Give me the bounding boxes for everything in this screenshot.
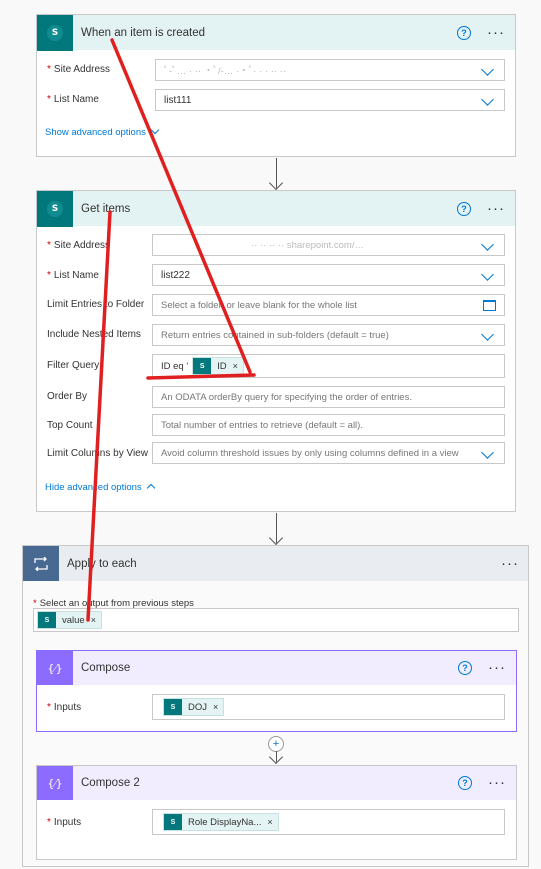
list-name-label: * List Name [47,94,99,105]
inputs-label: * Inputs [47,817,82,828]
help-icon[interactable]: ? [457,26,471,40]
compose-inputs-field[interactable]: S DOJ × [152,694,505,720]
site-address-field[interactable]: ·· ·· ·· ·· sharepoint.com/… [152,234,505,256]
select-output-field[interactable]: S value × [33,608,519,632]
hide-advanced-options-link[interactable]: Hide advanced options [45,482,155,493]
remove-token-icon[interactable]: × [233,361,238,371]
chevron-down-icon[interactable] [481,63,494,76]
order-by-field[interactable]: An ODATA orderBy query for specifying th… [152,386,505,408]
apply-to-each-card: Apply to each ··· * Select an output from… [22,545,529,867]
chevron-up-icon [146,483,155,493]
loop-icon [23,546,59,581]
chevron-down-icon[interactable] [481,446,494,459]
chevron-down-icon [150,125,160,135]
top-count-label: Top Count [47,420,93,431]
remove-token-icon[interactable]: × [91,615,96,625]
list-name-field[interactable]: list111 [155,89,505,111]
folder-icon[interactable] [483,300,496,311]
order-by-label: Order By [47,391,88,402]
sharepoint-icon: S [193,358,212,374]
filter-id-token[interactable]: S ID × [192,357,244,375]
include-nested-field[interactable]: Return entries contained in sub-folders … [152,324,505,346]
limit-folder-field[interactable]: Select a folder, or leave blank for the … [152,294,505,316]
get-items-header[interactable]: S Get items ? ··· [37,191,515,227]
list-name-field[interactable]: list222 [152,264,505,286]
list-name-label: * List Name [47,270,99,281]
get-items-title: Get items [81,202,131,215]
chevron-down-icon[interactable] [481,328,494,341]
inputs-label: * Inputs [47,702,82,713]
help-icon[interactable]: ? [458,661,472,675]
apply-to-each-header[interactable]: Apply to each ··· [23,546,528,581]
show-advanced-options-link[interactable]: Show advanced options [45,125,160,138]
help-icon[interactable]: ? [458,776,472,790]
chevron-down-icon[interactable] [481,268,494,281]
limit-folder-label: Limit Entries to Folder [47,299,145,310]
filter-query-label: Filter Query [47,360,100,371]
include-nested-label: Include Nested Items [47,329,141,340]
doj-token[interactable]: S DOJ × [163,698,225,716]
more-options-icon[interactable]: ··· [487,201,505,216]
more-options-icon[interactable]: ··· [488,660,506,675]
help-icon[interactable]: ? [457,202,471,216]
trigger-header[interactable]: S When an item is created ? ··· [37,15,515,51]
compose-2-title: Compose 2 [81,777,140,789]
remove-token-icon[interactable]: × [267,817,272,827]
chevron-down-icon[interactable] [481,93,494,106]
more-options-icon[interactable]: ··· [488,775,506,790]
trigger-card: S When an item is created ? ··· * Site Ad… [36,14,516,157]
compose-icon: {⁄} [37,766,73,800]
apply-to-each-title: Apply to each [67,557,137,570]
compose-2-inputs-field[interactable]: S Role DisplayNa... × [152,809,505,835]
compose-card: {⁄} Compose ? ··· * Inputs S DOJ × [36,650,517,732]
more-options-icon[interactable]: ··· [487,25,505,40]
connector-arrow [276,751,277,762]
sharepoint-icon: S [38,612,56,628]
site-address-label: * Site Address [47,64,111,75]
compose-2-card: {⁄} Compose 2 ? ··· * Inputs S Role Displ… [36,765,517,860]
compose-header[interactable]: {⁄} Compose ? ··· [37,651,516,685]
trigger-title: When an item is created [81,26,206,39]
value-token[interactable]: S value × [37,611,102,629]
top-count-field[interactable]: Total number of entries to retrieve (def… [152,414,505,436]
sharepoint-icon: S [164,699,182,715]
limit-columns-field[interactable]: Avoid column threshold issues by only us… [152,442,505,464]
limit-columns-label: Limit Columns by View [47,448,148,459]
sharepoint-icon: S [164,814,182,830]
filter-query-field[interactable]: ID eq ' S ID × ' [152,354,505,378]
site-address-field[interactable]: ﾟ-ﾟ… · ·· ·ﾟ/-… ··ﾟ· · · ·· ·· [155,59,505,81]
chevron-down-icon[interactable] [481,238,494,251]
compose-title: Compose [81,662,131,674]
connector-arrow [276,158,277,188]
sharepoint-icon: S [37,191,73,227]
connector-arrow [276,513,277,543]
sharepoint-icon: S [37,15,73,51]
remove-token-icon[interactable]: × [213,702,218,712]
get-items-card: S Get items ? ··· * Site Address ·· ·· ··… [36,190,516,512]
more-options-icon[interactable]: ··· [501,556,519,571]
compose-2-header[interactable]: {⁄} Compose 2 ? ··· [37,766,516,800]
compose-icon: {⁄} [37,651,73,685]
site-address-label: * Site Address [47,240,111,251]
role-displayname-token[interactable]: S Role DisplayNa... × [163,813,279,831]
